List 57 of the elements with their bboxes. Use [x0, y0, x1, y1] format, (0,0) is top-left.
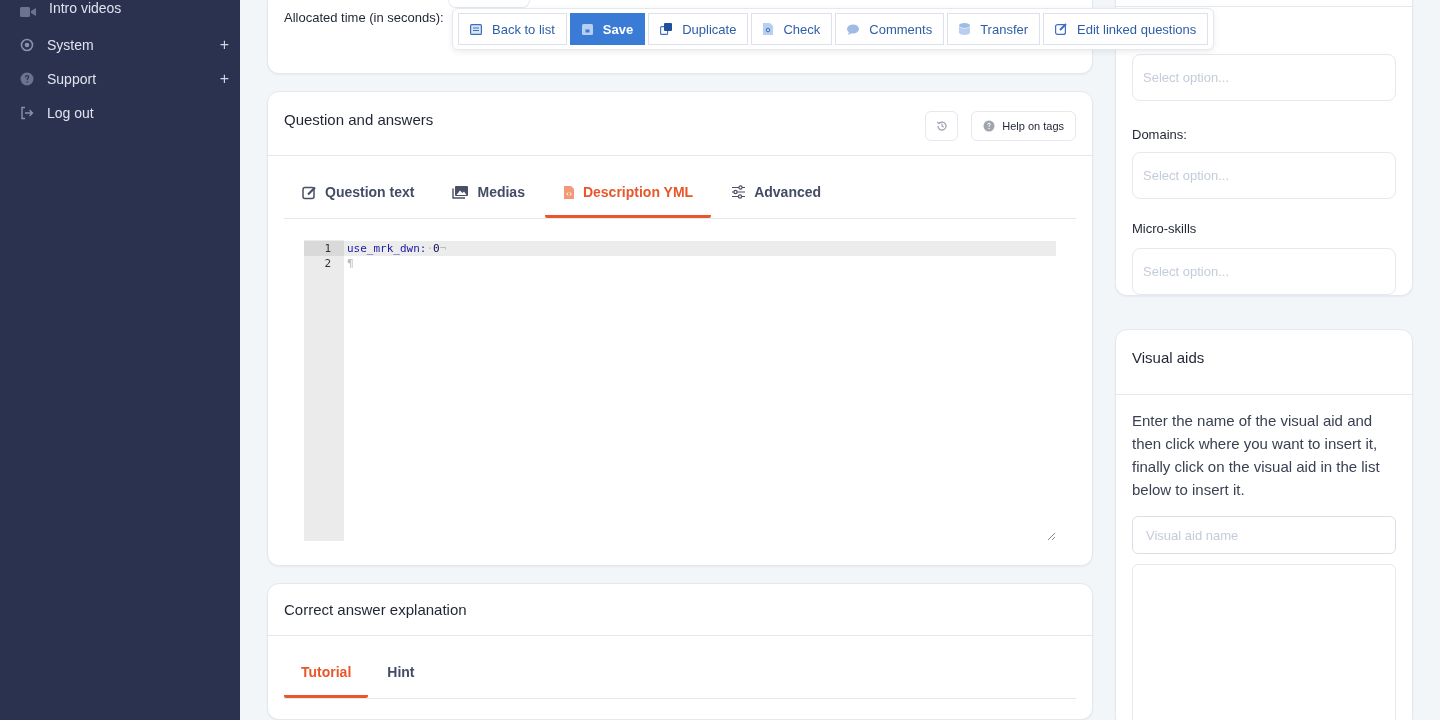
sidebar-item[interactable]: Intro videos	[0, 0, 240, 22]
tab[interactable]: Advanced	[713, 173, 840, 218]
visual-aid-name-input[interactable]: Visual aid name	[1132, 516, 1396, 554]
sliders-icon	[731, 185, 747, 200]
file-search-icon	[763, 23, 774, 35]
images-icon	[452, 185, 470, 200]
history-button[interactable]	[925, 110, 959, 141]
field-label: Allocated time (in seconds):	[284, 10, 444, 25]
tab[interactable]: Description YML	[544, 173, 712, 218]
toolbar-button[interactable]: Duplicate	[648, 13, 749, 45]
toolbar-button[interactable]: Edit linked questions	[1043, 13, 1209, 45]
sidebar-label: System	[47, 37, 95, 53]
toolbar-button[interactable]: Check	[751, 13, 833, 45]
edit-icon	[1055, 23, 1068, 35]
sidebar-label: Support	[47, 71, 98, 87]
field-label: Micro-skills	[1132, 221, 1198, 236]
edit-icon	[302, 184, 317, 200]
toolbar-button[interactable]: Transfer	[947, 13, 1041, 45]
logout-icon	[20, 106, 34, 120]
sidebar-label: Log out	[47, 105, 95, 121]
history-icon	[935, 119, 948, 132]
list-icon	[470, 23, 482, 35]
toolbar-button[interactable]: Back to list	[458, 13, 567, 45]
expand-toggle[interactable]: +	[219, 36, 229, 54]
tab[interactable]: Medias	[434, 173, 543, 218]
sidebar-item[interactable]: Log out	[0, 96, 240, 130]
code-file-icon	[562, 184, 575, 200]
copy-icon	[660, 23, 673, 35]
resize-handle-icon[interactable]	[1047, 531, 1056, 541]
database-icon	[959, 23, 971, 35]
code-editor[interactable]: 1 2 use_mrk_dwn:·0¬ ¶	[304, 239, 1056, 541]
code-line: ¶	[346, 255, 355, 271]
toolbar-button[interactable]: Comments	[835, 13, 945, 45]
field-label: Domains:	[1132, 127, 1188, 142]
line-number: 2	[323, 255, 332, 271]
help-button[interactable]: Help on tags	[971, 110, 1076, 141]
help-icon	[983, 119, 996, 132]
visual-aid-list[interactable]	[1132, 564, 1396, 720]
sidebar-label: Intro videos	[49, 0, 123, 16]
tab[interactable]: Hint	[370, 653, 432, 698]
chat-bubble-icon	[847, 23, 860, 35]
line-number: 1	[304, 240, 344, 256]
card-title: Question and answers	[284, 110, 434, 130]
expand-toggle[interactable]: +	[219, 70, 229, 88]
description-text: Enter the name of the visual aid and then click where you want to insert it, finally click on the visual aid in the list below to insert it.	[1132, 411, 1381, 500]
card-title: Visual aids	[1132, 349, 1205, 368]
card-title: Correct answer explanation	[284, 600, 467, 618]
help-icon	[20, 72, 34, 86]
sidebar-item[interactable]: Support +	[0, 62, 240, 96]
time-input[interactable]	[447, 0, 530, 8]
tab[interactable]: Tutorial	[284, 653, 369, 698]
tab[interactable]: Question text	[284, 173, 433, 218]
save-icon	[581, 23, 593, 35]
sidebar-item[interactable]: System +	[0, 28, 240, 62]
target-icon	[20, 38, 34, 52]
toolbar-button[interactable]: Save	[569, 13, 646, 45]
video-camera-icon	[20, 5, 36, 19]
